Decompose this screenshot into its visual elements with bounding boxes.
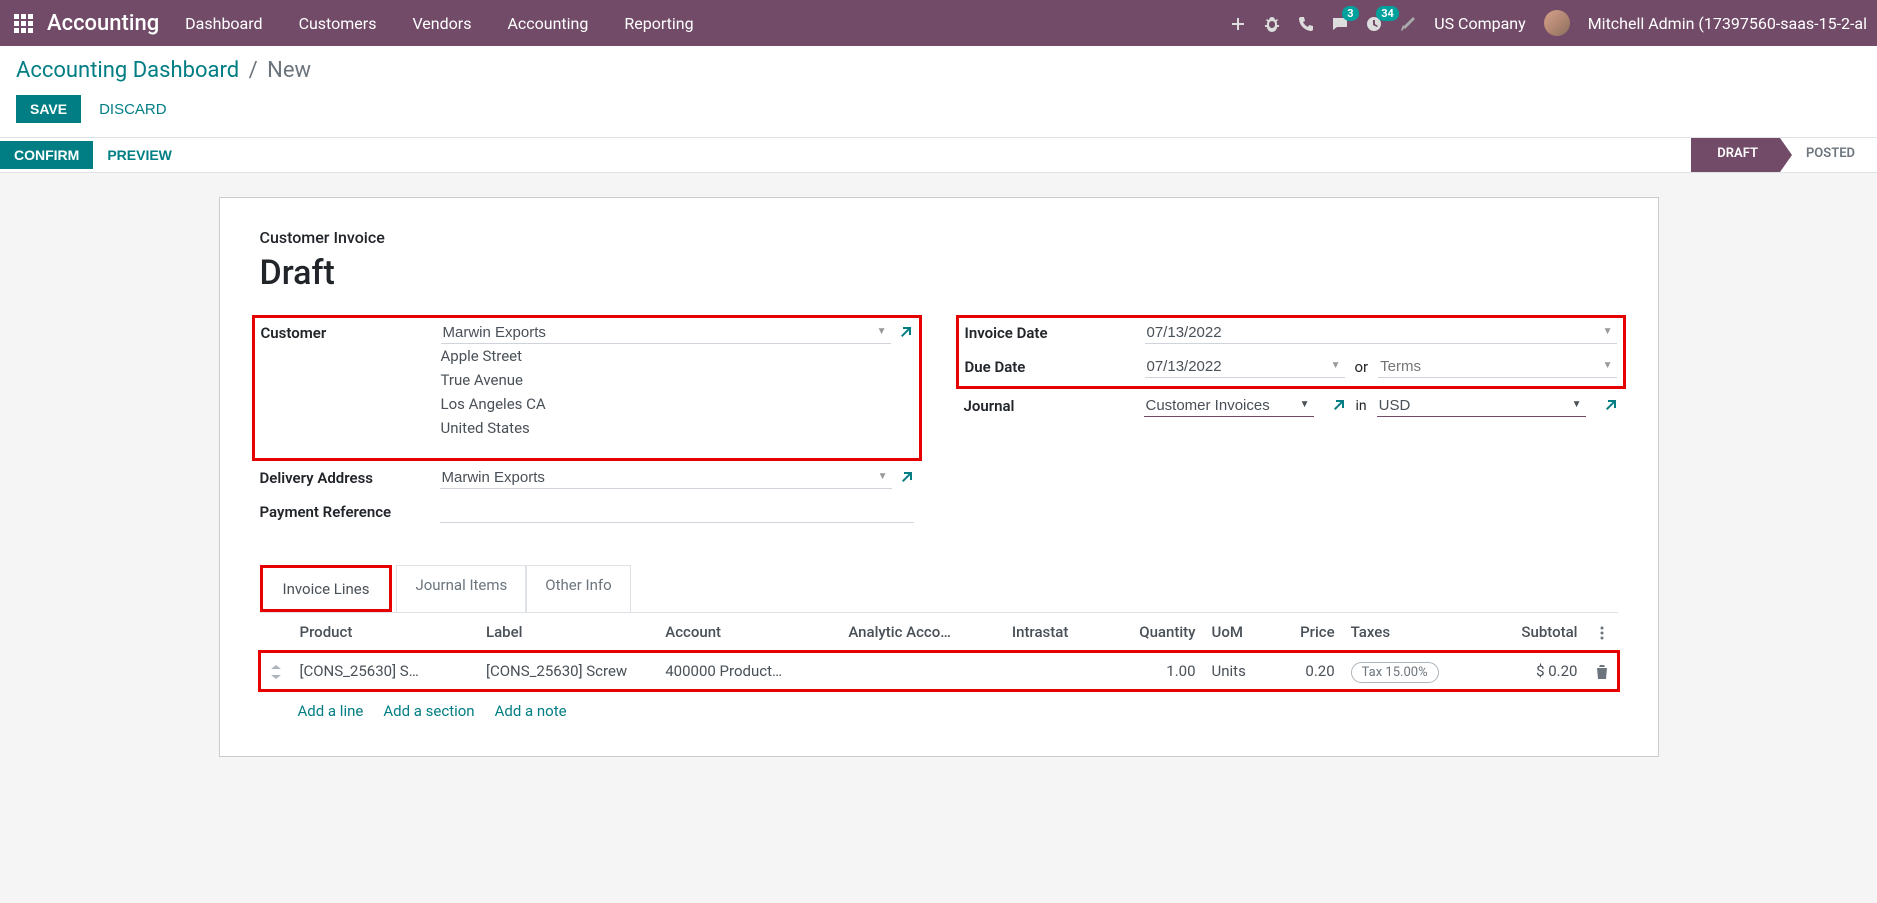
form-sheet: Customer Invoice Draft Customer ▼	[219, 197, 1659, 757]
tab-journal-items[interactable]: Journal Items	[396, 565, 526, 612]
drag-handle-icon[interactable]	[260, 652, 292, 691]
journal-field[interactable]	[1144, 395, 1314, 417]
cell-label[interactable]: [CONS_25630] Screw	[478, 652, 657, 691]
cell-price[interactable]: 0.20	[1273, 652, 1343, 691]
breadcrumb-parent[interactable]: Accounting Dashboard	[16, 58, 239, 83]
label-customer: Customer	[261, 322, 441, 342]
messages-badge: 3	[1342, 6, 1358, 21]
nav-menu: Dashboard Customers Vendors Accounting R…	[185, 14, 693, 33]
cell-intrastat[interactable]	[1004, 652, 1104, 691]
breadcrumb-current: New	[267, 58, 311, 83]
cell-subtotal: $ 0.20	[1486, 652, 1585, 691]
th-analytic[interactable]: Analytic Acco…	[840, 613, 1003, 652]
label-due-date: Due Date	[965, 356, 1145, 376]
bug-icon[interactable]	[1264, 14, 1280, 33]
th-account[interactable]: Account	[657, 613, 840, 652]
activities-icon[interactable]: 34	[1366, 14, 1382, 33]
app-brand[interactable]: Accounting	[47, 11, 159, 36]
payment-reference-field[interactable]	[440, 501, 914, 523]
discard-button[interactable]: DISCARD	[99, 101, 167, 118]
delete-row-icon[interactable]	[1586, 652, 1618, 691]
terms-field[interactable]	[1378, 356, 1616, 378]
status-draft[interactable]: DRAFT	[1691, 138, 1780, 172]
th-options[interactable]	[1586, 613, 1618, 652]
th-uom[interactable]: UoM	[1204, 613, 1273, 652]
statusbar: DRAFT POSTED	[1691, 138, 1877, 172]
th-price[interactable]: Price	[1273, 613, 1343, 652]
form-subtitle: Customer Invoice	[260, 228, 1618, 247]
customer-country: United States	[441, 416, 913, 440]
messages-icon[interactable]: 3	[1332, 14, 1348, 33]
add-section-link[interactable]: Add a section	[383, 702, 474, 720]
currency-field[interactable]	[1377, 395, 1586, 417]
external-link-icon[interactable]	[1330, 398, 1346, 414]
external-link-icon[interactable]	[898, 470, 914, 486]
delivery-address-field[interactable]	[440, 467, 892, 489]
th-quantity[interactable]: Quantity	[1104, 613, 1204, 652]
th-label[interactable]: Label	[478, 613, 657, 652]
confirm-button[interactable]: CONFIRM	[0, 141, 93, 169]
customer-street2: True Avenue	[441, 368, 913, 392]
menu-reporting[interactable]: Reporting	[624, 14, 693, 33]
or-text: or	[1355, 358, 1369, 376]
invoice-date-field[interactable]	[1145, 322, 1617, 344]
breadcrumb: Accounting Dashboard / New	[16, 58, 1861, 83]
invoice-lines-table: Product Label Account Analytic Acco… Int…	[260, 612, 1618, 690]
menu-dashboard[interactable]: Dashboard	[185, 14, 262, 33]
th-intrastat[interactable]: Intrastat	[1004, 613, 1104, 652]
status-posted[interactable]: POSTED	[1780, 138, 1877, 172]
avatar[interactable]	[1544, 10, 1570, 36]
tab-invoice-lines[interactable]: Invoice Lines	[265, 570, 388, 608]
label-invoice-date: Invoice Date	[965, 322, 1145, 342]
menu-accounting[interactable]: Accounting	[507, 14, 588, 33]
due-date-field[interactable]	[1145, 356, 1345, 378]
external-link-icon[interactable]	[1602, 398, 1618, 414]
company-switcher[interactable]: US Company	[1434, 14, 1526, 33]
plus-icon[interactable]	[1230, 14, 1246, 33]
preview-button[interactable]: PREVIEW	[93, 141, 186, 169]
th-product[interactable]: Product	[292, 613, 478, 652]
add-line-link[interactable]: Add a line	[298, 702, 364, 720]
activities-badge: 34	[1376, 6, 1399, 21]
line-actions: Add a line Add a section Add a note	[260, 690, 1618, 740]
tab-other-info[interactable]: Other Info	[526, 565, 630, 612]
notebook-tabs: Invoice Lines Journal Items Other Info	[260, 565, 1618, 612]
cell-account[interactable]: 400000 Product…	[657, 652, 840, 691]
customer-street: Apple Street	[441, 344, 913, 368]
tax-badge: Tax 15.00%	[1351, 662, 1439, 683]
form-title: Draft	[260, 253, 1618, 293]
add-note-link[interactable]: Add a note	[495, 702, 567, 720]
label-payment-reference: Payment Reference	[260, 501, 440, 521]
in-text: in	[1356, 398, 1367, 414]
save-button[interactable]: SAVE	[16, 95, 81, 123]
cell-analytic[interactable]	[840, 652, 1003, 691]
main-navbar: Accounting Dashboard Customers Vendors A…	[0, 0, 1877, 46]
customer-field[interactable]	[441, 322, 891, 344]
label-journal: Journal	[964, 395, 1144, 415]
tools-icon[interactable]	[1400, 14, 1416, 33]
user-menu[interactable]: Mitchell Admin (17397560-saas-15-2-al	[1588, 14, 1867, 33]
cell-taxes[interactable]: Tax 15.00%	[1343, 652, 1486, 691]
cell-uom[interactable]: Units	[1204, 652, 1273, 691]
table-row[interactable]: [CONS_25630] S… [CONS_25630] Screw 40000…	[260, 652, 1618, 691]
th-subtotal[interactable]: Subtotal	[1486, 613, 1585, 652]
cell-quantity[interactable]: 1.00	[1104, 652, 1204, 691]
nav-right: 3 34 US Company Mitchell Admin (17397560…	[1230, 10, 1867, 36]
control-panel: Accounting Dashboard / New SAVE DISCARD …	[0, 46, 1877, 173]
cell-product[interactable]: [CONS_25630] S…	[292, 652, 478, 691]
breadcrumb-sep: /	[249, 58, 258, 83]
menu-vendors[interactable]: Vendors	[412, 14, 471, 33]
external-link-icon[interactable]	[897, 325, 913, 341]
label-delivery-address: Delivery Address	[260, 467, 440, 487]
phone-icon[interactable]	[1298, 14, 1314, 33]
th-taxes[interactable]: Taxes	[1343, 613, 1486, 652]
apps-icon[interactable]	[14, 14, 33, 33]
customer-city: Los Angeles CA	[441, 392, 913, 416]
menu-customers[interactable]: Customers	[299, 14, 377, 33]
handle-column	[260, 613, 292, 652]
